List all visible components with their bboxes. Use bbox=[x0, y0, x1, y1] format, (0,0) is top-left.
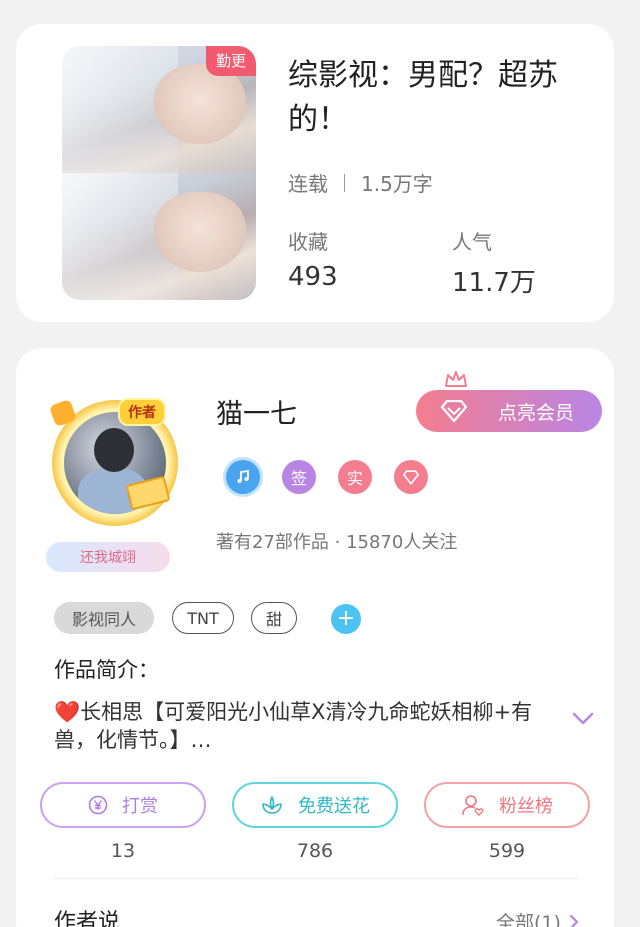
send-flower-button[interactable]: 免费送花 bbox=[232, 782, 398, 828]
diamond-glyph bbox=[402, 469, 420, 485]
status-divider bbox=[344, 173, 345, 192]
cover-face-top bbox=[154, 64, 246, 144]
update-tag: 勤更 bbox=[205, 46, 256, 76]
verified-icon[interactable]: 实 bbox=[338, 460, 372, 494]
flower-count: 786 bbox=[296, 840, 334, 862]
author-works-summary: 著有27部作品 · 15870人关注 bbox=[216, 532, 458, 553]
book-info-card: 勤更 综影视：男配？超苏的！ 连载 1.5万字 收藏 493 人气 11.7万 bbox=[16, 24, 614, 322]
author-name[interactable]: 猫一七 bbox=[216, 392, 297, 431]
fan-ranking-button[interactable]: 粉丝榜 bbox=[424, 782, 590, 828]
tip-button[interactable]: 打赏 bbox=[40, 782, 206, 828]
music-note-icon[interactable] bbox=[226, 460, 260, 494]
popularity-value: 11.7万 bbox=[452, 268, 536, 298]
book-title: 综影视：男配？超苏的！ bbox=[288, 58, 558, 137]
vip-button-label: 点亮会员 bbox=[497, 401, 574, 424]
author-says-title: 作者说 bbox=[54, 910, 121, 927]
add-tag-button[interactable]: + bbox=[331, 604, 361, 634]
book-cover[interactable]: 勤更 bbox=[62, 46, 256, 300]
book-status-row: 连载 1.5万字 bbox=[288, 168, 433, 197]
tag-item[interactable]: 影视同人 bbox=[54, 602, 154, 634]
tip-button-label: 打赏 bbox=[122, 796, 158, 817]
serial-status: 连载 bbox=[288, 172, 328, 196]
vip-button[interactable]: 点亮会员 bbox=[416, 390, 602, 432]
diamond-badge-icon[interactable] bbox=[394, 460, 428, 494]
sign-badge-text: 签 bbox=[290, 469, 307, 488]
send-flower-label: 免费送花 bbox=[298, 796, 370, 817]
nickname-plate: 还我城翊 bbox=[46, 542, 170, 572]
word-count: 1.5万字 bbox=[361, 172, 433, 196]
popularity-label: 人气 bbox=[452, 230, 492, 254]
chevron-right-icon bbox=[569, 914, 579, 927]
all-link-label: 全部(1) bbox=[496, 912, 561, 927]
avatar-head bbox=[94, 428, 134, 472]
favorites-value: 493 bbox=[288, 262, 338, 292]
diamond-icon bbox=[440, 400, 468, 422]
chevron-down-icon[interactable] bbox=[572, 712, 594, 726]
tip-count: 13 bbox=[110, 840, 136, 862]
flower-icon bbox=[260, 795, 284, 815]
verified-badge-text: 实 bbox=[346, 469, 363, 488]
tag-item[interactable]: TNT bbox=[172, 602, 234, 634]
intro-title: 作品简介： bbox=[54, 658, 159, 682]
fan-count: 599 bbox=[488, 840, 526, 862]
crown-icon bbox=[445, 371, 467, 387]
sign-icon[interactable]: 签 bbox=[282, 460, 316, 494]
tag-item[interactable]: 甜 bbox=[251, 602, 297, 634]
yen-icon bbox=[88, 795, 108, 815]
author-says-all-link[interactable]: 全部(1) bbox=[496, 908, 579, 927]
author-role-badge: 作者 bbox=[118, 398, 166, 426]
cover-face-bottom bbox=[154, 192, 246, 272]
intro-text[interactable]: ❤️长相思【可爱阳光小仙草X清冷九命蛇妖相柳+有兽，化情节。】… bbox=[54, 698, 544, 754]
fan-icon bbox=[461, 794, 485, 816]
author-info-card: 作者 还我城翊 猫一七 点亮会员 签 实 著有27部作品 · 15870人关注 … bbox=[16, 348, 614, 927]
fan-ranking-label: 粉丝榜 bbox=[499, 796, 553, 817]
section-divider bbox=[54, 878, 578, 879]
favorites-label: 收藏 bbox=[288, 230, 328, 254]
music-note-glyph bbox=[237, 469, 249, 483]
